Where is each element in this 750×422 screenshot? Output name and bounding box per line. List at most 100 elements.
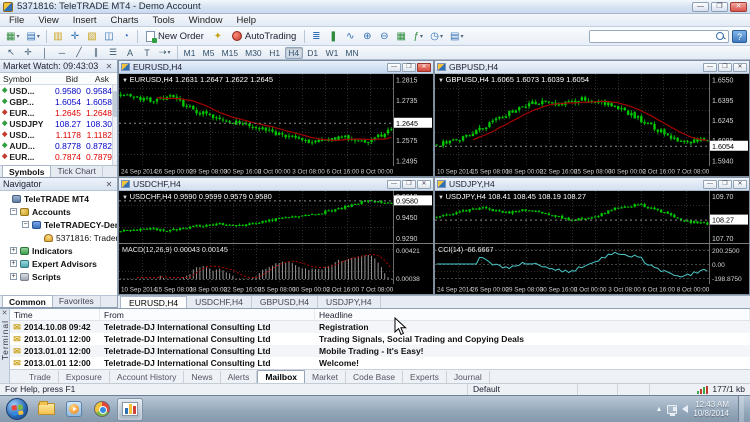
chart-window-usdjpy[interactable]: USDJPY,H4 — ❐ ✕ 200.2500 0.00 -198.8750 CCI… <box>434 177 750 295</box>
menu-tools[interactable]: Tools <box>145 15 181 26</box>
close-button[interactable]: ✕ <box>417 62 431 72</box>
chart-titlebar[interactable]: GBPUSD,H4 — ❐ ✕ <box>435 61 749 74</box>
cursor-button[interactable]: ↖ <box>3 47 19 59</box>
market-watch-row[interactable]: ◆ GBP... 1.6054 1.6058 <box>0 96 112 107</box>
chart-window-eurusd[interactable]: EURUSD,H4 — ❐ ✕ 1.28151.27351.26551.2575… <box>118 60 434 177</box>
taskbar-clock[interactable]: 12:43 AM 10/8/2014 <box>693 400 729 418</box>
community-help-button[interactable]: ? <box>732 29 747 43</box>
timeframe-mn[interactable]: MN <box>342 47 361 59</box>
chart-tab-usdchf-h4[interactable]: USDCHF,H4 <box>187 296 252 308</box>
search-icon[interactable] <box>716 31 725 41</box>
market-watch-row[interactable]: ◆ EUR... 1.2645 1.2648 <box>0 107 112 118</box>
tree-item-teletradecy-demo[interactable]: − TeleTRADECY-Demo <box>0 218 117 231</box>
close-icon[interactable]: ✕ <box>2 309 8 318</box>
chart-titlebar[interactable]: USDCHF,H4 — ❐ ✕ <box>119 178 433 191</box>
status-profile[interactable]: Default <box>468 384 578 395</box>
speaker-icon[interactable] <box>673 405 689 413</box>
tree-item-teletrade-mt4[interactable]: TeleTRADE MT4 <box>0 192 117 205</box>
indicators-button[interactable]: ƒ ▾ <box>410 29 426 44</box>
minimize-button[interactable]: — <box>692 1 709 12</box>
market-watch-row[interactable]: ◆ USD... 0.9580 0.9584 <box>0 85 112 96</box>
tree-item-scripts[interactable]: + Scripts <box>0 270 117 283</box>
market-watch-row[interactable]: ◆ USD... 1.1178 1.1182 <box>0 129 112 140</box>
data-window-button[interactable]: ✛ <box>67 29 83 44</box>
chart-canvas[interactable]: 200.2500 0.00 -198.8750 CCI(14) -66.6667 109… <box>435 191 749 294</box>
start-button[interactable] <box>6 398 28 420</box>
periods-button[interactable]: ◷ ▾ <box>427 29 446 44</box>
market-watch-button[interactable]: ▥ <box>50 29 66 44</box>
scrollbar-thumb[interactable] <box>113 91 117 117</box>
terminal-tab-trade[interactable]: Trade <box>22 371 59 383</box>
terminal-tab-experts[interactable]: Experts <box>403 371 447 383</box>
timeframe-h1[interactable]: H1 <box>266 47 284 59</box>
chart-titlebar[interactable]: USDJPY,H4 — ❐ ✕ <box>435 178 749 191</box>
market-watch-row[interactable]: ◆ USDJPY 108.27 108.30 <box>0 118 112 129</box>
collapse-icon[interactable]: − <box>22 221 29 228</box>
chart-canvas[interactable]: 1.65501.63951.62451.60951.59401.605410 S… <box>435 74 749 176</box>
search-input[interactable] <box>590 30 716 42</box>
restore-button[interactable]: ❐ <box>711 1 728 12</box>
chart-titlebar[interactable]: EURUSD,H4 — ❐ ✕ <box>119 61 433 74</box>
tile-windows-button[interactable]: ▦ <box>393 29 409 44</box>
taskbar-chrome[interactable] <box>89 398 115 421</box>
menu-charts[interactable]: Charts <box>104 15 146 26</box>
tab-favorites[interactable]: Favorites <box>53 295 101 307</box>
taskbar-mt4-active[interactable] <box>117 397 143 421</box>
restore-button[interactable]: ❐ <box>718 179 732 189</box>
mail-row[interactable]: ✉ 2013.01.01 12:00 Teletrade-DJ Internatio… <box>10 345 750 357</box>
timeframe-m1[interactable]: M1 <box>181 47 199 59</box>
bar-chart-button[interactable]: ≣ <box>308 29 324 44</box>
tree-item-expert-advisors[interactable]: + Expert Advisors <box>0 257 117 270</box>
market-watch-row[interactable]: ◆ AUD... 0.8778 0.8782 <box>0 140 112 151</box>
chart-window-usdchf[interactable]: USDCHF,H4 — ❐ ✕ 0.00421 0.00038 MACD(12,26… <box>118 177 434 295</box>
chart-canvas[interactable]: 1.28151.27351.26551.25751.24951.264524 S… <box>119 74 433 176</box>
timeframe-m30[interactable]: M30 <box>242 47 265 59</box>
terminal-tab-mailbox[interactable]: Mailbox <box>257 370 305 384</box>
restore-button[interactable]: ❐ <box>402 179 416 189</box>
label-button[interactable]: T <box>139 47 155 59</box>
mail-row[interactable]: ✉ 2014.10.08 09:42 Teletrade-DJ Internatio… <box>10 321 750 333</box>
new-chart-button[interactable]: ▦ ▾ <box>3 29 22 44</box>
tab-common[interactable]: Common <box>2 295 53 307</box>
close-button[interactable]: ✕ <box>730 1 747 12</box>
chart-tab-gbpusd-h4[interactable]: GBPUSD,H4 <box>252 296 318 308</box>
menu-insert[interactable]: Insert <box>66 15 104 26</box>
minimize-button[interactable]: — <box>703 179 717 189</box>
collapse-icon[interactable]: − <box>10 208 17 215</box>
taskbar-media-player[interactable] <box>61 398 87 421</box>
timeframe-m15[interactable]: M15 <box>219 47 242 59</box>
timeframe-m5[interactable]: M5 <box>200 47 218 59</box>
minimize-button[interactable]: — <box>387 62 401 72</box>
navigator-button[interactable]: ▧ <box>84 29 100 44</box>
trendline-button[interactable]: ╱ <box>71 47 87 59</box>
terminal-tab-exposure[interactable]: Exposure <box>59 371 110 383</box>
expand-icon[interactable]: + <box>10 247 17 254</box>
close-button[interactable]: ✕ <box>733 62 747 72</box>
tab-symbols[interactable]: Symbols <box>2 165 52 177</box>
timeframe-d1[interactable]: D1 <box>304 47 322 59</box>
zoom-out-button[interactable]: ⊖ <box>376 29 392 44</box>
minimize-button[interactable]: — <box>387 179 401 189</box>
tree-item-accounts[interactable]: − Accounts <box>0 205 117 218</box>
taskbar-explorer[interactable] <box>33 398 59 421</box>
candlestick-chart-button[interactable]: ❚ <box>325 29 341 44</box>
compass-icon[interactable]: ✦ <box>210 29 226 44</box>
text-button[interactable]: A <box>122 47 138 59</box>
channel-button[interactable]: ∥ <box>88 47 104 59</box>
strategy-tester-button[interactable]: ◔ <box>118 29 134 44</box>
mail-row[interactable]: ✉ 2013.01.01 12:00 Teletrade-DJ Internatio… <box>10 333 750 345</box>
close-button[interactable]: ✕ <box>417 179 431 189</box>
expand-icon[interactable]: + <box>10 273 17 280</box>
tree-item-indicators[interactable]: + Indicators <box>0 244 117 257</box>
timeframe-h4[interactable]: H4 <box>284 46 303 59</box>
tray-expand-icon[interactable]: ▲ <box>655 406 662 413</box>
vertical-line-button[interactable]: │ <box>37 47 53 59</box>
terminal-tab-market[interactable]: Market <box>305 371 346 383</box>
line-chart-button[interactable]: ∿ <box>342 29 358 44</box>
close-icon[interactable]: ✕ <box>104 62 114 71</box>
zoom-in-button[interactable]: ⊕ <box>359 29 375 44</box>
tree-item-5371816-trader-n[interactable]: 5371816: Trader N <box>0 231 117 244</box>
market-watch-row[interactable]: ◆ EUR... 0.7874 0.7879 <box>0 151 112 162</box>
arrows-button[interactable]: ⇢ ▾ <box>156 47 174 59</box>
tab-tick-chart[interactable]: Tick Chart <box>51 165 103 177</box>
